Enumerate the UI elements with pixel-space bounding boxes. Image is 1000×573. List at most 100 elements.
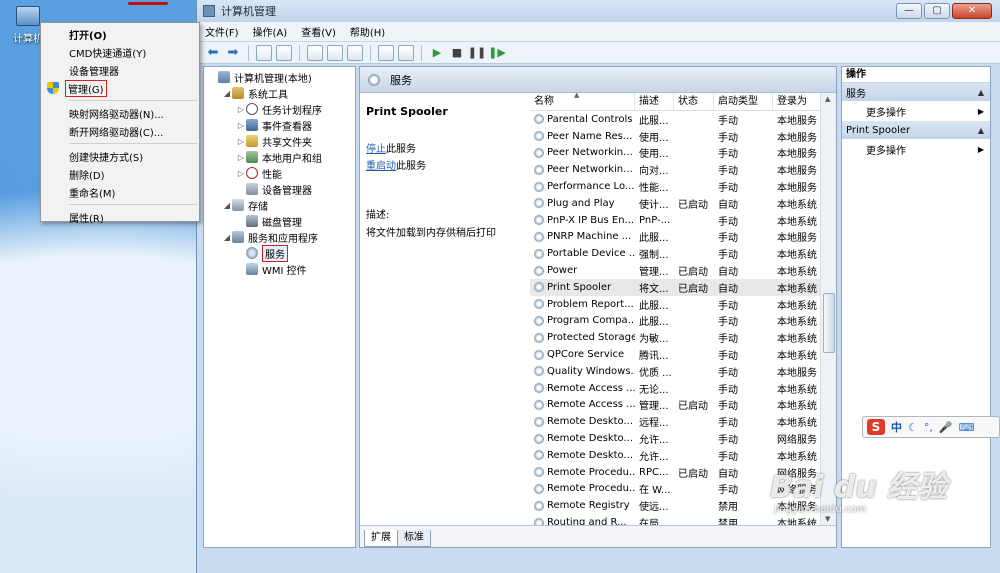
punctuation-icon[interactable]: °, bbox=[924, 421, 933, 434]
context-menu-item[interactable]: 打开(O) bbox=[41, 25, 199, 43]
menu-action[interactable]: 操作(A) bbox=[253, 24, 288, 39]
column-header-name[interactable]: 名称 bbox=[530, 93, 635, 110]
microphone-icon[interactable]: 🎤 bbox=[939, 421, 953, 434]
menu-help[interactable]: 帮助(H) bbox=[350, 24, 385, 39]
service-row[interactable]: Problem Report... 此服... 手动 本地系统 bbox=[530, 296, 822, 313]
service-row[interactable]: Program Compa... 此服... 手动 本地系统 bbox=[530, 313, 822, 330]
context-menu-item[interactable]: 重命名(M) bbox=[41, 183, 199, 201]
more-actions-item[interactable]: 更多操作 ▶ bbox=[842, 101, 990, 121]
restart-service-link[interactable]: 重启动 bbox=[366, 161, 396, 172]
stop-service-link[interactable]: 停止 bbox=[366, 144, 386, 155]
collapsed-arrow-icon[interactable]: ▷ bbox=[236, 105, 246, 114]
tree-item[interactable]: ◢ 存储 bbox=[204, 197, 355, 213]
service-row[interactable]: Remote Access ... 无论... 手动 本地系统 bbox=[530, 380, 822, 397]
tree-item[interactable]: 磁盘管理 bbox=[204, 213, 355, 229]
help-icon[interactable] bbox=[378, 44, 394, 61]
service-row[interactable]: PnP-X IP Bus En... PnP-... 手动 本地系统 bbox=[530, 212, 822, 229]
collapsed-arrow-icon[interactable]: ▷ bbox=[236, 121, 246, 130]
context-menu-item-manage[interactable]: 管理(G) bbox=[41, 79, 199, 97]
context-menu-item[interactable]: 断开网络驱动器(C)... bbox=[41, 122, 199, 140]
service-row[interactable]: Power 管理... 已启动 自动 本地系统 bbox=[530, 262, 822, 279]
pause-service-icon[interactable]: ❚❚ bbox=[468, 45, 486, 61]
service-row[interactable]: Quality Windows... 优质 ... 手动 本地服务 bbox=[530, 363, 822, 380]
tree-item[interactable]: ▷ 本地用户和组 bbox=[204, 149, 355, 165]
service-row[interactable]: Portable Device ... 强制... 手动 本地系统 bbox=[530, 245, 822, 262]
service-row[interactable]: Print Spooler 将文... 已启动 自动 本地系统 bbox=[530, 278, 822, 296]
column-header-logon[interactable]: 登录为 bbox=[773, 93, 822, 110]
tab-standard[interactable]: 标准 bbox=[397, 530, 431, 547]
service-row[interactable]: PNRP Machine ... 此服... 手动 本地服务 bbox=[530, 229, 822, 246]
tree-item-label: 设备管理器 bbox=[262, 185, 312, 197]
service-row[interactable]: Remote Deskto... 允许... 手动 网络服务 bbox=[530, 430, 822, 447]
context-menu-item[interactable]: 映射网络驱动器(N)... bbox=[41, 104, 199, 122]
column-header-status[interactable]: 状态 bbox=[674, 93, 714, 110]
collapse-icon[interactable]: ▲ bbox=[978, 126, 984, 135]
scroll-down-icon[interactable]: ▼ bbox=[825, 515, 830, 523]
actions-section-print-spooler[interactable]: Print Spooler ▲ bbox=[842, 121, 990, 139]
tree-item[interactable]: ◢ 服务和应用程序 bbox=[204, 229, 355, 245]
service-row[interactable]: Protected Storage 为敏... 手动 本地系统 bbox=[530, 329, 822, 346]
collapsed-arrow-icon[interactable]: ▷ bbox=[236, 153, 246, 162]
menu-view[interactable]: 查看(V) bbox=[301, 24, 336, 39]
service-row[interactable]: Remote Deskto... 远程... 手动 本地系统 bbox=[530, 413, 822, 430]
refresh-icon[interactable] bbox=[327, 44, 343, 61]
tree-item[interactable]: ▷ 性能 bbox=[204, 165, 355, 181]
service-row[interactable]: Performance Lo... 性能... 手动 本地服务 bbox=[530, 178, 822, 195]
context-menu-item[interactable]: CMD快速通道(Y) bbox=[41, 43, 199, 61]
title-bar[interactable]: 计算机管理 — ▢ ✕ bbox=[197, 0, 1000, 22]
collapse-icon[interactable]: ▲ bbox=[978, 88, 984, 97]
context-menu-item[interactable]: 删除(D) bbox=[41, 165, 199, 183]
collapsed-arrow-icon[interactable]: ▷ bbox=[236, 137, 246, 146]
vertical-scrollbar[interactable]: ▲ ▼ bbox=[820, 93, 836, 525]
half-width-icon[interactable]: ☾ bbox=[908, 421, 918, 434]
tree-item[interactable]: WMI 控件 bbox=[204, 261, 355, 277]
back-icon[interactable]: ⬅ bbox=[205, 45, 221, 61]
service-row[interactable]: Peer Networkin... 使用... 手动 本地服务 bbox=[530, 145, 822, 162]
scroll-up-icon[interactable]: ▲ bbox=[825, 95, 830, 103]
column-header-startup-type[interactable]: 启动类型 bbox=[714, 93, 773, 110]
tree-item[interactable]: ◢ 系统工具 bbox=[204, 85, 355, 101]
restart-service-icon[interactable]: ❚▶ bbox=[488, 45, 506, 61]
start-service-icon[interactable]: ▶ bbox=[429, 45, 445, 61]
context-menu-item[interactable]: 创建快捷方式(S) bbox=[41, 147, 199, 165]
minimize-button[interactable]: — bbox=[896, 3, 922, 19]
menu-file[interactable]: 文件(F) bbox=[205, 24, 239, 39]
close-button[interactable]: ✕ bbox=[952, 3, 992, 19]
service-row[interactable]: Peer Networkin... 向对... 手动 本地服务 bbox=[530, 161, 822, 178]
export-list-icon[interactable] bbox=[347, 44, 363, 61]
show-action-pane-icon[interactable] bbox=[398, 44, 414, 61]
forward-icon[interactable]: ➡ bbox=[225, 45, 241, 61]
more-actions-item[interactable]: 更多操作 ▶ bbox=[842, 139, 990, 159]
service-row[interactable]: Peer Name Res... 使用... 手动 本地服务 bbox=[530, 128, 822, 145]
tree-item[interactable]: 计算机管理(本地) bbox=[204, 69, 355, 85]
service-row[interactable]: Parental Controls 此服... 手动 本地服务 bbox=[530, 111, 822, 128]
service-logon: 本地系统 bbox=[777, 250, 817, 262]
tree-item[interactable]: 设备管理器 bbox=[204, 181, 355, 197]
expanded-arrow-icon[interactable]: ◢ bbox=[222, 201, 232, 210]
column-header-description[interactable]: 描述 bbox=[635, 93, 674, 110]
tree-item[interactable]: ▷ 共享文件夹 bbox=[204, 133, 355, 149]
language-toggle[interactable]: 中 bbox=[891, 419, 902, 435]
actions-section-services[interactable]: 服务 ▲ bbox=[842, 83, 990, 101]
keyboard-icon[interactable]: ⌨ bbox=[959, 421, 975, 434]
input-method-bar[interactable]: S 中 ☾ °, 🎤 ⌨ bbox=[862, 416, 1000, 438]
show-hide-tree-icon[interactable] bbox=[276, 44, 292, 61]
expanded-arrow-icon[interactable]: ◢ bbox=[222, 89, 232, 98]
collapsed-arrow-icon[interactable]: ▷ bbox=[236, 169, 246, 178]
scrollbar-thumb[interactable] bbox=[823, 293, 835, 353]
expanded-arrow-icon[interactable]: ◢ bbox=[222, 233, 232, 242]
properties-icon[interactable] bbox=[307, 44, 323, 61]
context-menu-item[interactable]: 属性(R) bbox=[41, 208, 199, 226]
tree-item[interactable]: ▷ 任务计划程序 bbox=[204, 101, 355, 117]
service-row[interactable]: Remote Access ... 管理... 已启动 手动 本地系统 bbox=[530, 397, 822, 414]
service-row[interactable]: Plug and Play 使计... 已启动 自动 本地系统 bbox=[530, 195, 822, 212]
service-row[interactable]: Routing and R... 在局... 禁用 本地系统 bbox=[530, 514, 822, 525]
context-menu-item[interactable]: 设备管理器 bbox=[41, 61, 199, 79]
maximize-button[interactable]: ▢ bbox=[924, 3, 950, 19]
stop-service-icon[interactable]: ■ bbox=[449, 45, 465, 61]
tree-item[interactable]: ▷ 事件查看器 bbox=[204, 117, 355, 133]
service-row[interactable]: QPCore Service 腾讯... 手动 本地系统 bbox=[530, 346, 822, 363]
tree-item[interactable]: 服务 bbox=[204, 244, 355, 262]
tab-extended[interactable]: 扩展 bbox=[364, 530, 398, 547]
up-folder-icon[interactable] bbox=[256, 44, 272, 61]
